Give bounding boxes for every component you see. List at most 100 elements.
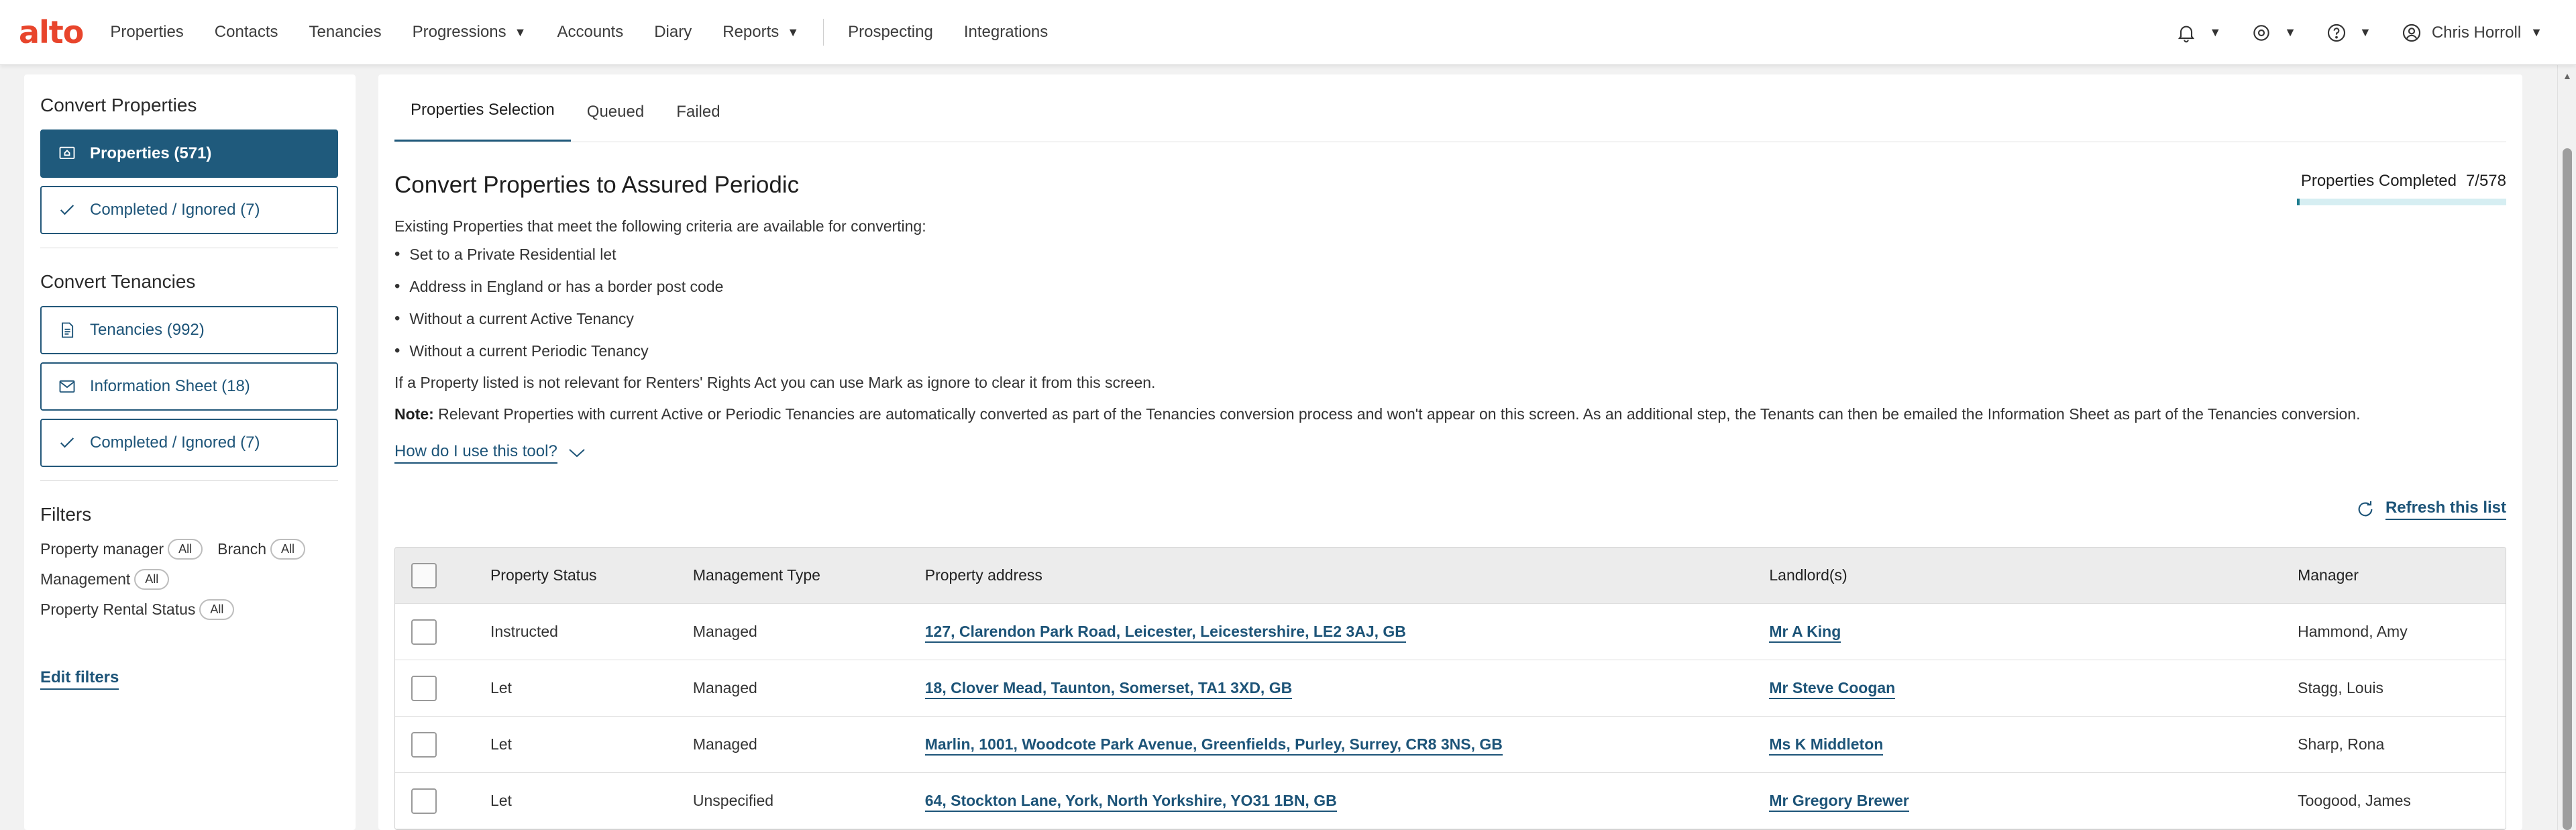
edit-filters-link[interactable]: Edit filters (40, 668, 119, 690)
filter-branch-chip[interactable]: All (270, 539, 305, 560)
nav-label: Contacts (214, 23, 278, 41)
nav-integrations[interactable]: Integrations (964, 23, 1048, 42)
filter-property-manager-label: Property manager (40, 540, 164, 558)
filter-row: Management All (40, 569, 339, 590)
criteria-item: Without a current Active Tenancy (394, 309, 2506, 328)
top-nav: alto Properties Contacts Tenancies Progr… (0, 0, 2576, 65)
page-title: Convert Properties to Assured Periodic (394, 172, 800, 198)
caret-down-icon: ▼ (514, 25, 527, 39)
nav-reports[interactable]: Reports ▼ (722, 23, 799, 42)
row-checkbox[interactable] (411, 731, 437, 758)
convert-properties-title: Convert Properties (40, 95, 197, 115)
property-address-link[interactable]: Marlin, 1001, Woodcote Park Avenue, Gree… (924, 735, 1503, 756)
filter-row: Property manager All Branch All (40, 539, 339, 560)
properties-completed-progress: Properties Completed 7/578 (2297, 172, 2506, 205)
nav-progressions[interactable]: Progressions ▼ (413, 23, 527, 42)
manager-name: Hammond, Amy (2298, 623, 2408, 640)
property-address-link[interactable]: 127, Clarendon Park Road, Leicester, Lei… (924, 623, 1406, 643)
user-menu[interactable]: Chris Horroll ▼ (2401, 22, 2542, 44)
nav-menu: Properties Contacts Tenancies Progressio… (110, 0, 1079, 64)
property-address-cell: 127, Clarendon Park Road, Leicester, Lei… (924, 623, 1770, 643)
tab-failed[interactable]: Failed (660, 103, 736, 142)
header-landlords[interactable]: Landlord(s) (1769, 566, 2298, 584)
criteria-item: Address in England or has a border post … (394, 277, 2506, 296)
select-all-cell (395, 562, 490, 588)
nav-contacts[interactable]: Contacts (215, 23, 278, 42)
nav-properties[interactable]: Properties (110, 23, 183, 42)
caret-down-icon: ▼ (2530, 25, 2542, 39)
landlord-cell: Ms K Middleton (1769, 735, 2298, 756)
header-property-status[interactable]: Property Status (490, 566, 693, 584)
filter-management-chip[interactable]: All (134, 569, 170, 590)
property-icon (59, 146, 75, 159)
caret-down-icon: ▼ (2209, 25, 2222, 39)
landlord-link[interactable]: Mr A King (1769, 623, 1841, 643)
properties-completed-button[interactable]: Completed / Ignored (7) (40, 186, 338, 234)
help-button[interactable]: ▼ (2326, 22, 2371, 44)
properties-table: Property Status Management Type Property… (394, 547, 2506, 830)
document-icon (62, 322, 74, 338)
caret-down-icon: ▼ (787, 25, 800, 39)
page-scrollbar[interactable]: ▲ (2557, 65, 2576, 830)
filter-rental-status-chip[interactable]: All (199, 599, 235, 620)
row-checkbox[interactable] (411, 675, 437, 701)
select-all-checkbox[interactable] (411, 562, 437, 588)
tenancies-completed-button[interactable]: Completed / Ignored (7) (40, 419, 338, 467)
property-address-link[interactable]: 18, Clover Mead, Taunton, Somerset, TA1 … (924, 679, 1293, 699)
refresh-list-button[interactable]: Refresh this list (2355, 499, 2506, 520)
row-select-cell (395, 788, 490, 814)
landlord-cell: Mr Steve Coogan (1769, 679, 2298, 699)
scroll-thumb[interactable] (2563, 148, 2572, 830)
landlord-link[interactable]: Mr Steve Coogan (1769, 679, 1896, 699)
filters-title: Filters (40, 504, 92, 525)
nav-accounts[interactable]: Accounts (557, 23, 623, 42)
property-status: Instructed (490, 623, 558, 640)
property-status: Let (490, 679, 512, 696)
main-panel: Properties Selection Queued Failed Conve… (378, 74, 2522, 830)
tab-properties-selection[interactable]: Properties Selection (394, 101, 571, 142)
tenancies-completed-label: Completed / Ignored (7) (90, 433, 260, 452)
table-row: Let Unspecified 64, Stockton Lane, York,… (395, 773, 2506, 829)
alto-logo[interactable]: alto (19, 14, 84, 50)
filter-property-manager-chip[interactable]: All (168, 539, 203, 560)
checkmark-icon (60, 205, 74, 215)
row-checkbox[interactable] (411, 619, 437, 645)
user-name: Chris Horroll (2431, 23, 2522, 42)
properties-button[interactable]: Properties (571) (40, 129, 338, 178)
header-manager[interactable]: Manager (2298, 566, 2506, 584)
header-management-type[interactable]: Management Type (693, 566, 925, 584)
nav-label: Accounts (557, 23, 624, 41)
row-checkbox[interactable] (411, 788, 437, 814)
scroll-up-arrow-icon[interactable]: ▲ (2563, 70, 2572, 81)
nav-label: Prospecting (848, 23, 933, 41)
nav-diary[interactable]: Diary (654, 23, 692, 42)
nav-label: Diary (654, 23, 692, 41)
row-select-cell (395, 619, 490, 645)
landlord-link[interactable]: Mr Gregory Brewer (1769, 792, 1909, 812)
landlord-link[interactable]: Ms K Middleton (1769, 735, 1884, 756)
how-to-use-link[interactable]: How do I use this tool? (394, 442, 587, 464)
management-type: Managed (692, 679, 757, 696)
table-header-row: Property Status Management Type Property… (395, 548, 2506, 604)
tab-queued[interactable]: Queued (571, 103, 660, 142)
sidebar: Convert Properties Properties (571) Comp… (24, 74, 356, 830)
header-property-address[interactable]: Property address (925, 566, 1770, 584)
property-address-link[interactable]: 64, Stockton Lane, York, North Yorkshire… (924, 792, 1337, 812)
notifications-button[interactable]: ▼ (2176, 22, 2221, 44)
row-select-cell (395, 675, 490, 701)
nav-prospecting[interactable]: Prospecting (848, 23, 933, 42)
table-row: Instructed Managed 127, Clarendon Park R… (395, 604, 2506, 660)
information-sheet-button[interactable]: Information Sheet (18) (40, 362, 338, 411)
landlord-cell: Mr Gregory Brewer (1769, 792, 2298, 812)
note-body: Relevant Properties with current Active … (433, 405, 2361, 423)
progress-count: 7/578 (2465, 172, 2506, 190)
checkmark-icon (60, 437, 74, 448)
nav-label: Properties (110, 23, 184, 41)
settings-button[interactable]: ▼ (2251, 22, 2296, 44)
table-row: Let Managed 18, Clover Mead, Taunton, So… (395, 660, 2506, 717)
tenancies-button[interactable]: Tenancies (992) (40, 306, 338, 354)
note-label: Note: (394, 405, 434, 423)
nav-tenancies[interactable]: Tenancies (309, 23, 382, 42)
ignore-text: If a Property listed is not relevant for… (394, 374, 1156, 391)
manager-name: Stagg, Louis (2298, 679, 2383, 696)
